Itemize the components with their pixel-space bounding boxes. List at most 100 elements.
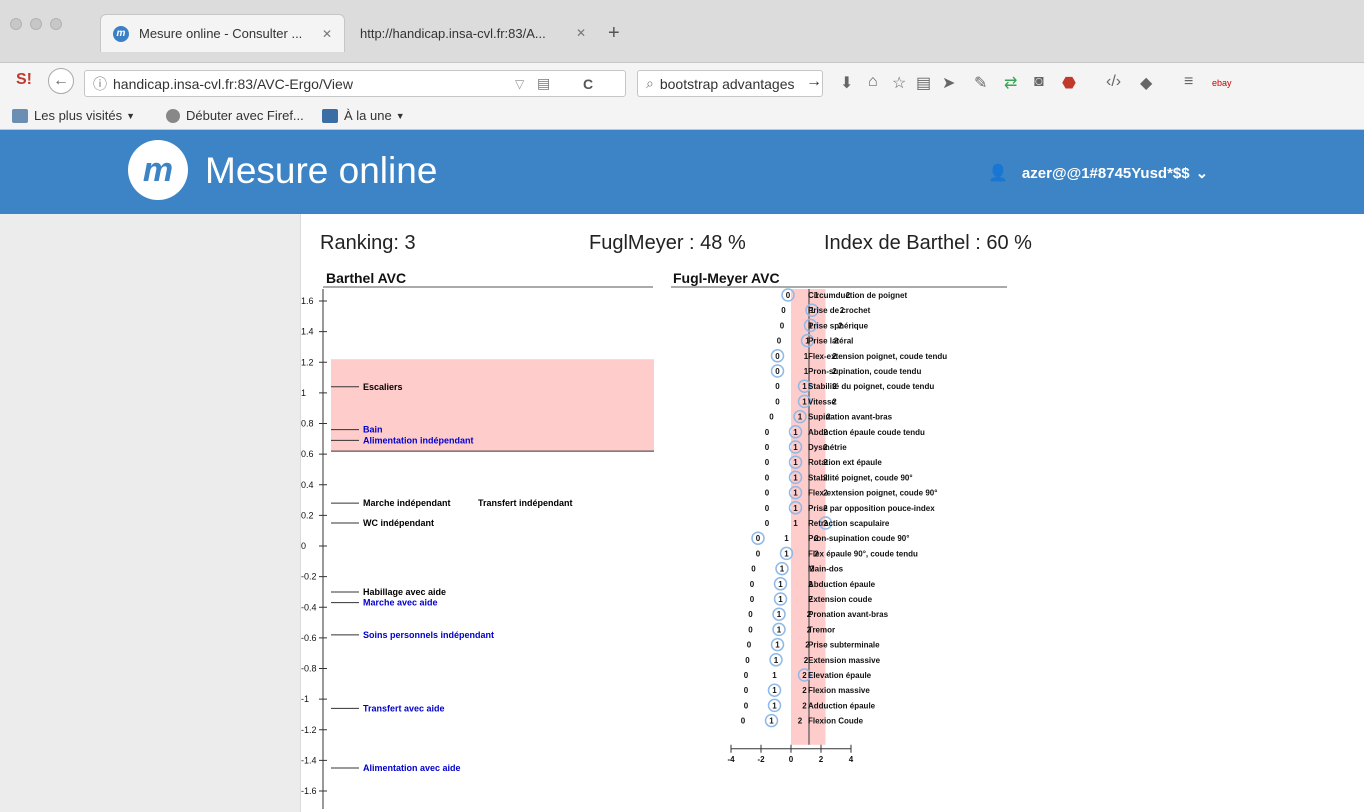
y-tick-label: 1.2: [301, 357, 314, 367]
pocket-icon[interactable]: ◙: [1034, 73, 1044, 91]
score-option-label: 1: [774, 656, 779, 665]
search-bar[interactable]: ⌕ bootstrap advantages: [637, 70, 823, 97]
fugl-item-label: Stabilité poignet, coude 90°: [808, 473, 913, 482]
score-option-label: 1: [793, 443, 798, 452]
score-option-label: 0: [777, 337, 782, 346]
score-option-label: 0: [744, 686, 749, 695]
barthel-item-label: Alimentation indépendant: [363, 435, 474, 445]
score-option-label: 0: [769, 413, 774, 422]
download-icon[interactable]: ⬇: [840, 73, 853, 93]
close-window-button[interactable]: [10, 18, 22, 30]
extension-icon[interactable]: ✎: [974, 73, 987, 93]
dropdown-arrow-icon[interactable]: ▽: [515, 77, 524, 91]
score-option-label: 1: [778, 580, 783, 589]
score-option-label: 0: [750, 580, 755, 589]
score-option-label: 0: [744, 671, 749, 680]
fugl-item-label: Flexion massive: [808, 686, 870, 695]
barthel-item-label: Alimentation avec aide: [363, 763, 461, 773]
barthel-item-label: Marche avec aide: [363, 598, 438, 608]
fugl-item-label: Abduction épaule: [808, 580, 876, 589]
x-tick-label: 4: [849, 755, 854, 764]
tab-mesure-online[interactable]: m Mesure online - Consulter ... ✕: [100, 14, 345, 52]
fugl-item-label: Abduction épaule coude tendu: [808, 428, 925, 437]
score-option-label: 1: [772, 701, 777, 710]
score-option-label: 1: [793, 489, 798, 498]
user-name: azer@@1#8745Yusd*$$: [1021, 164, 1190, 182]
score-option-label: 0: [775, 397, 780, 406]
fugl-item-label: Prise par opposition pouce-index: [808, 504, 935, 513]
score-option-label: 0: [741, 717, 746, 726]
score-option-label: 0: [750, 595, 755, 604]
extension-s-icon[interactable]: S!: [16, 71, 32, 89]
fugl-item-label: Pron-supination, coude tendu: [808, 367, 921, 376]
score-option-label: 0: [747, 641, 752, 650]
score-option-label: 0: [756, 534, 761, 543]
score-option-label: 2: [802, 671, 807, 680]
reload-icon[interactable]: C: [583, 76, 593, 92]
score-option-label: 0: [765, 443, 770, 452]
info-icon[interactable]: ⓘ: [93, 74, 107, 94]
close-tab-icon[interactable]: ✕: [322, 27, 332, 41]
folder-icon: [12, 108, 28, 123]
x-tick-label: 0: [789, 755, 794, 764]
navigation-toolbar: S! ← ⓘ handicap.insa-cvl.fr:83/AVC-Ergo/…: [0, 62, 1364, 102]
minimize-window-button[interactable]: [30, 18, 42, 30]
y-tick-label: 0.8: [301, 419, 314, 429]
dev-tools-icon[interactable]: ‹/›: [1106, 73, 1121, 91]
user-menu[interactable]: 👤 azer@@1#8745Yusd*$$ ⌄: [988, 163, 1208, 183]
score-option-label: 1: [793, 519, 798, 528]
extension-arrows-icon[interactable]: ◆: [1140, 73, 1152, 93]
fugl-item-label: Supination avant-bras: [808, 413, 893, 422]
y-tick-label: 1.6: [301, 296, 314, 306]
back-button[interactable]: ←: [48, 68, 74, 94]
send-icon[interactable]: ➤: [942, 73, 955, 93]
barthel-score: Index de Barthel : 60 %: [824, 232, 1032, 254]
y-tick-label: -0.6: [301, 633, 317, 643]
search-icon: ⌕: [646, 75, 654, 91]
site-title[interactable]: Mesure online: [205, 150, 437, 192]
score-option-label: 1: [777, 610, 782, 619]
url-bar[interactable]: ⓘ handicap.insa-cvl.fr:83/AVC-Ergo/View …: [84, 70, 626, 97]
ebay-icon[interactable]: ebay: [1212, 78, 1232, 88]
score-option-label: 0: [765, 489, 770, 498]
ranking-score: Ranking: 3: [320, 232, 416, 254]
site-header: m Mesure online 👤 azer@@1#8745Yusd*$$ ⌄: [0, 130, 1364, 214]
fugl-item-label: Flex épaule 90°, coude tendu: [808, 549, 918, 558]
zoom-window-button[interactable]: [50, 18, 62, 30]
bookmarks-toolbar: Les plus visités ▼ Débuter avec Firef... …: [0, 102, 1364, 130]
sync-arrows-icon[interactable]: ⇄: [1004, 73, 1017, 93]
score-option-label: 0: [744, 701, 749, 710]
close-tab-icon[interactable]: ✕: [576, 26, 586, 40]
fugl-item-label: Rotation ext épaule: [808, 458, 882, 467]
browser-tab-strip: m Mesure online - Consulter ... ✕ http:/…: [0, 0, 1364, 62]
fugl-item-label: Flexion Coude: [808, 717, 864, 726]
fugl-item-label: Retraction scapulaire: [808, 519, 890, 528]
chevron-down-icon: ⌄: [1195, 165, 1209, 182]
bookmark-most-visited[interactable]: Les plus visités ▼: [12, 108, 135, 123]
reader-view-icon[interactable]: ▤: [537, 75, 550, 92]
bookmark-headlines[interactable]: À la une ▼: [322, 108, 405, 123]
mesure-favicon-icon: m: [113, 25, 129, 42]
home-icon[interactable]: ⌂: [868, 73, 878, 91]
fugl-item-label: Pronation avant-bras: [808, 610, 889, 619]
new-tab-button[interactable]: +: [608, 22, 620, 45]
score-option-label: 1: [802, 397, 807, 406]
fugl-item-label: Stabilité du poignet, coude tendu: [808, 382, 934, 391]
score-option-label: 1: [780, 565, 785, 574]
bookmarks-list-icon[interactable]: ▤: [916, 73, 931, 93]
score-option-label: 0: [765, 428, 770, 437]
bookmark-getting-started[interactable]: Débuter avec Firef...: [166, 108, 304, 123]
fugl-item-label: Vitesse: [808, 397, 836, 406]
menu-icon[interactable]: ≡: [1184, 73, 1193, 91]
score-option-label: 1: [798, 413, 803, 422]
adblock-icon[interactable]: ⬣: [1062, 73, 1076, 93]
score-option-label: 0: [765, 473, 770, 482]
search-go-icon[interactable]: →: [806, 73, 822, 91]
bookmark-star-icon[interactable]: ☆: [892, 73, 906, 93]
fugl-item-label: Flex-extension poignet, coude tendu: [808, 352, 947, 361]
user-icon: 👤: [988, 165, 1008, 182]
barthel-item-label: Habillage avec aide: [363, 587, 446, 597]
mesure-logo-icon[interactable]: m: [128, 140, 188, 200]
fugl-item-label: Prise latéral: [808, 337, 853, 346]
tab-handicap-url[interactable]: http://handicap.insa-cvl.fr:83/A... ✕: [348, 14, 598, 52]
